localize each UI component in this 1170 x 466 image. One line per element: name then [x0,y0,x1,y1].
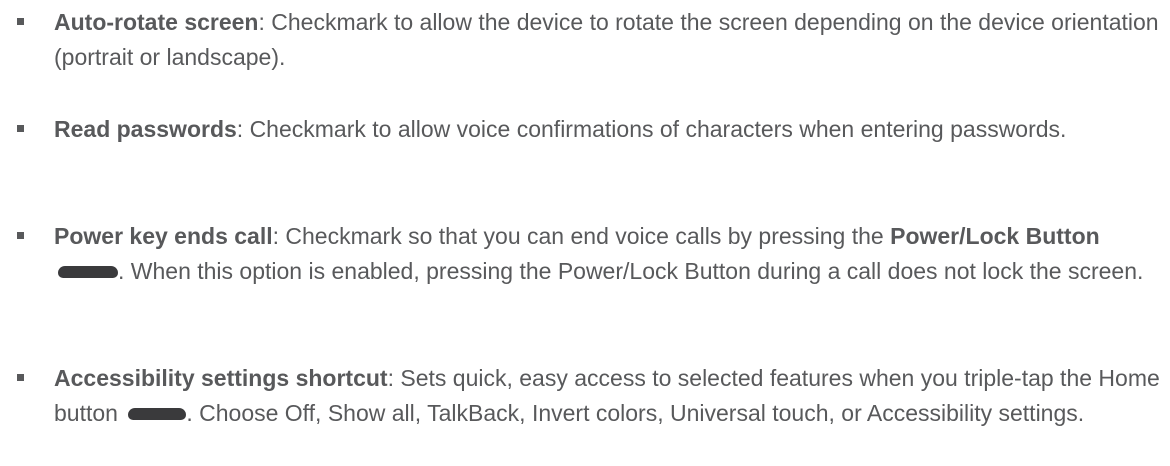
description-power-key-part1: : Checkmark so that you can end voice ca… [272,223,891,249]
document-page: Auto-rotate screen: Checkmark to allow t… [0,0,1170,466]
list-item-text: Power key ends call: Checkmark so that y… [54,219,1160,289]
bullet-square-icon [17,125,24,132]
list-item-text: Accessibility settings shortcut: Sets qu… [54,361,1160,431]
bullet-square-icon [17,374,24,381]
bullet-square-icon [17,232,24,239]
list-item-text: Read passwords: Checkmark to allow voice… [54,112,1160,147]
term-power-key-ends-call: Power key ends call [54,223,273,249]
home-button-icon [128,408,187,420]
term-power-lock-button: Power/Lock Button [890,223,1100,249]
list-item-text: Auto-rotate screen: Checkmark to allow t… [54,5,1160,75]
term-accessibility-settings-shortcut: Accessibility settings shortcut [54,365,388,391]
description-accessibility-part2: . Choose Off, Show all, TalkBack, Invert… [186,400,1085,426]
term-auto-rotate-screen: Auto-rotate screen [54,9,259,35]
description-read-passwords: : Checkmark to allow voice confirmations… [236,116,1067,142]
bullet-square-icon [17,18,24,25]
power-lock-button-icon [58,266,118,278]
term-read-passwords: Read passwords [54,116,237,142]
description-power-key-part2: . When this option is enabled, pressing … [118,258,1144,284]
